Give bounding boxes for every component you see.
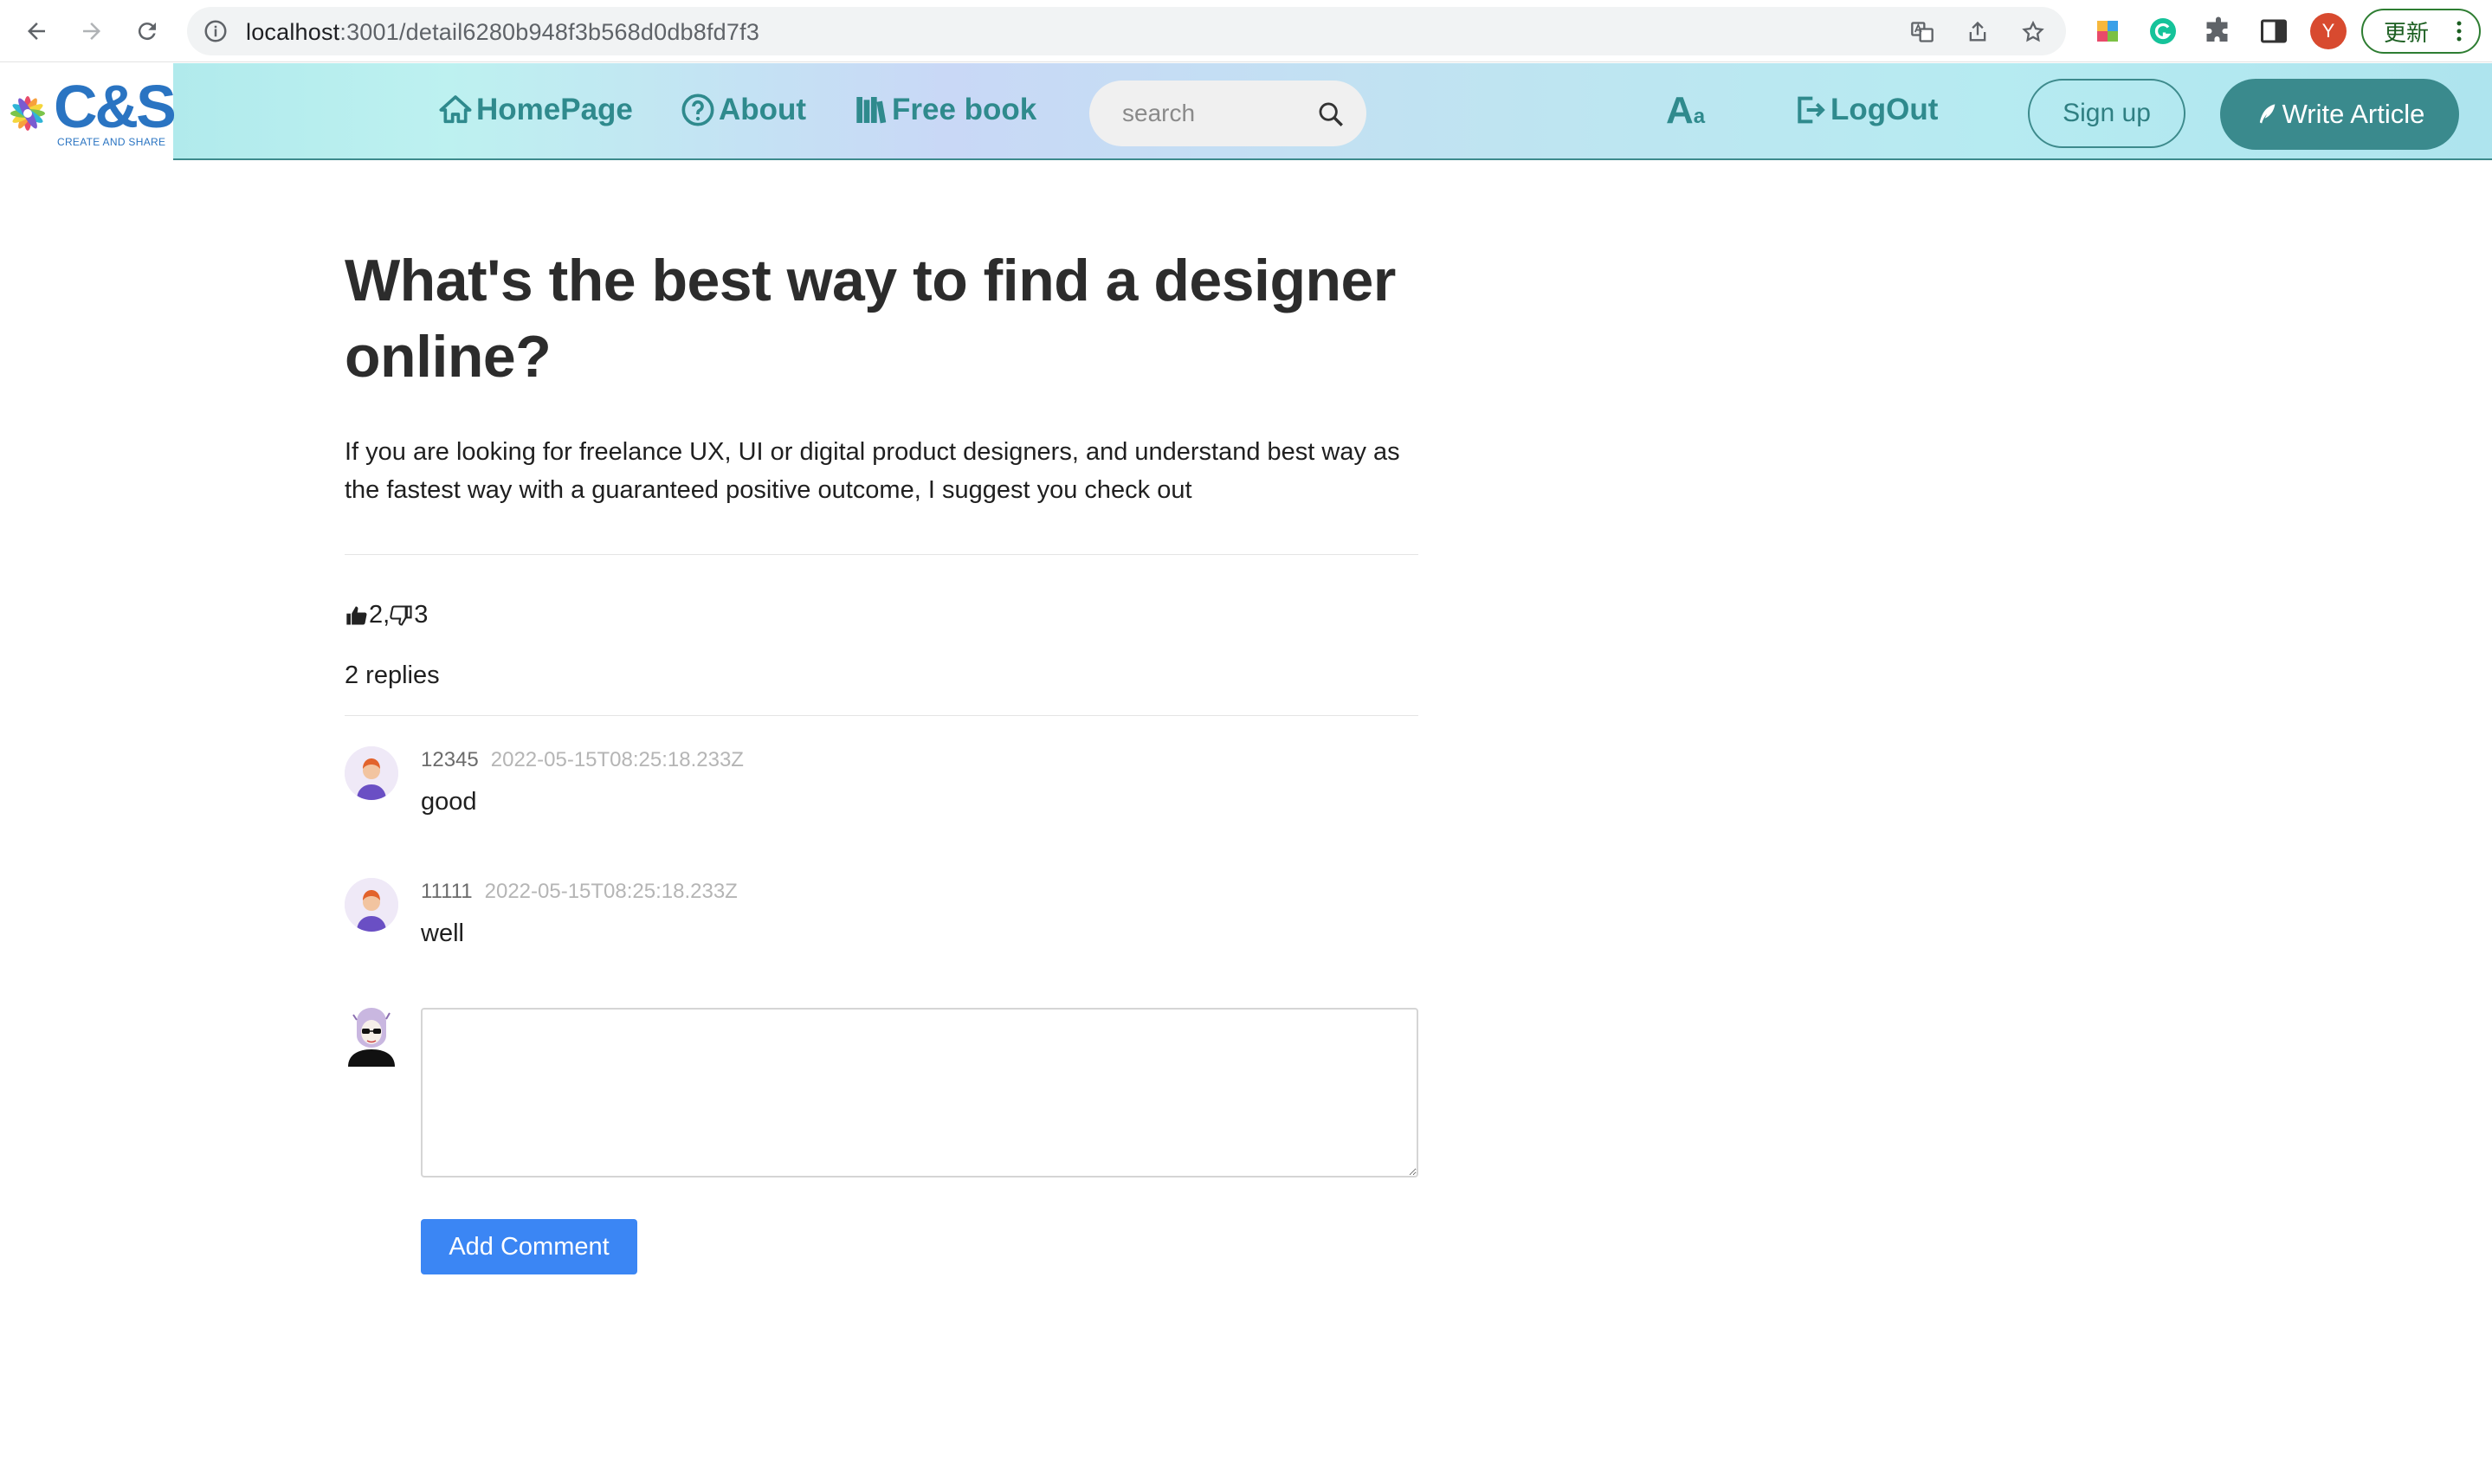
user-avatar-icon <box>345 878 398 932</box>
thumbs-down-icon[interactable] <box>390 603 414 628</box>
reload-icon <box>138 23 156 41</box>
font-icon-large: A <box>1666 89 1694 132</box>
site-header: C&S CREATE AND SHARE HomePage About Free… <box>0 63 2492 160</box>
divider <box>345 715 1418 716</box>
address-bar[interactable]: localhost:3001/detail6280b948f3b568d0db8… <box>187 7 2066 55</box>
more-vert-icon <box>2456 21 2462 42</box>
bookmark-star-icon[interactable] <box>2021 20 2045 44</box>
write-article-button[interactable]: Write Article <box>2220 79 2459 150</box>
translate-icon[interactable] <box>1910 20 1934 44</box>
logo-text: C&S <box>54 73 177 140</box>
comment-timestamp: 2022-05-15T08:25:18.233Z <box>490 748 744 771</box>
back-button[interactable] <box>19 14 54 48</box>
url-path: :3001/detail6280b948f3b568d0db8fd7f3 <box>339 19 760 45</box>
dislikes-count: 3 <box>414 601 429 629</box>
extension-color-icon[interactable] <box>2092 16 2123 47</box>
write-article-label: Write Article <box>2282 99 2425 129</box>
avatar <box>345 878 398 932</box>
url-host: localhost <box>246 19 340 45</box>
side-panel-icon[interactable] <box>2258 16 2289 47</box>
comment-author: 11111 <box>421 880 473 903</box>
arrow-left-icon <box>28 23 45 40</box>
vote-summary: 2, 3 <box>345 601 428 629</box>
comment-author: 12345 <box>421 748 479 771</box>
browser-toolbar: localhost:3001/detail6280b948f3b568d0db8… <box>0 0 2492 62</box>
forward-button[interactable] <box>74 14 109 48</box>
add-comment-button[interactable]: Add Comment <box>421 1219 637 1274</box>
article: What's the best way to find a designer o… <box>345 242 1418 509</box>
arrow-right-icon <box>83 23 100 40</box>
avatar <box>345 746 398 800</box>
comment-textarea[interactable] <box>421 1008 1418 1178</box>
article-body: If you are looking for freelance UX, UI … <box>345 438 1400 504</box>
home-icon <box>439 95 472 124</box>
nav-about-label: About <box>719 93 807 126</box>
logout-icon <box>1798 96 1825 124</box>
search-box <box>1089 81 1366 146</box>
reply-count: 2 replies <box>345 661 440 689</box>
comment-text: good <box>421 788 477 816</box>
share-icon[interactable] <box>1966 20 1990 44</box>
nav-free-book-label: Free book <box>892 93 1037 126</box>
grammarly-icon[interactable] <box>2147 16 2179 47</box>
divider <box>345 554 1418 555</box>
comment-meta: 12345 2022-05-15T08:25:18.233Z <box>421 748 744 772</box>
nav-about[interactable]: About <box>681 93 806 127</box>
nav-homepage[interactable]: HomePage <box>438 93 633 127</box>
comment-timestamp: 2022-05-15T08:25:18.233Z <box>484 880 738 903</box>
font-size-toggle[interactable]: Aa <box>1666 89 1705 132</box>
profile-avatar[interactable]: Y <box>2310 13 2347 49</box>
url-text: localhost:3001/detail6280b948f3b568d0db8… <box>246 19 759 46</box>
nav-free-book[interactable]: Free book <box>854 93 1036 127</box>
current-user-avatar <box>348 1008 395 1067</box>
logout-label: LogOut <box>1830 93 1939 126</box>
comment-meta: 11111 2022-05-15T08:25:18.233Z <box>421 880 738 904</box>
logout-link[interactable]: LogOut <box>1792 93 1938 127</box>
logo-subtitle: CREATE AND SHARE <box>57 136 166 148</box>
vote-separator: , <box>383 601 391 629</box>
flower-logo-icon <box>10 96 45 131</box>
puzzle-extensions-icon[interactable] <box>2203 16 2234 47</box>
info-icon[interactable] <box>203 18 229 44</box>
article-title: What's the best way to find a designer o… <box>345 248 1396 390</box>
comment-text: well <box>421 919 464 947</box>
thumbs-up-icon[interactable] <box>345 603 369 628</box>
books-icon <box>856 97 887 124</box>
likes-count: 2 <box>369 601 384 629</box>
logo[interactable]: C&S CREATE AND SHARE <box>0 63 177 160</box>
question-circle-icon <box>681 94 714 126</box>
search-icon[interactable] <box>1316 100 1346 129</box>
font-icon-small: a <box>1693 105 1706 128</box>
feather-pen-icon <box>2259 104 2275 124</box>
search-input[interactable] <box>1122 96 1313 131</box>
user-avatar-icon <box>345 746 398 800</box>
nav-homepage-label: HomePage <box>476 93 633 126</box>
update-label: 更新 <box>2384 19 2430 46</box>
update-button[interactable]: 更新 <box>2361 9 2481 54</box>
signup-button[interactable]: Sign up <box>2028 79 2185 148</box>
reload-button[interactable] <box>130 14 165 48</box>
